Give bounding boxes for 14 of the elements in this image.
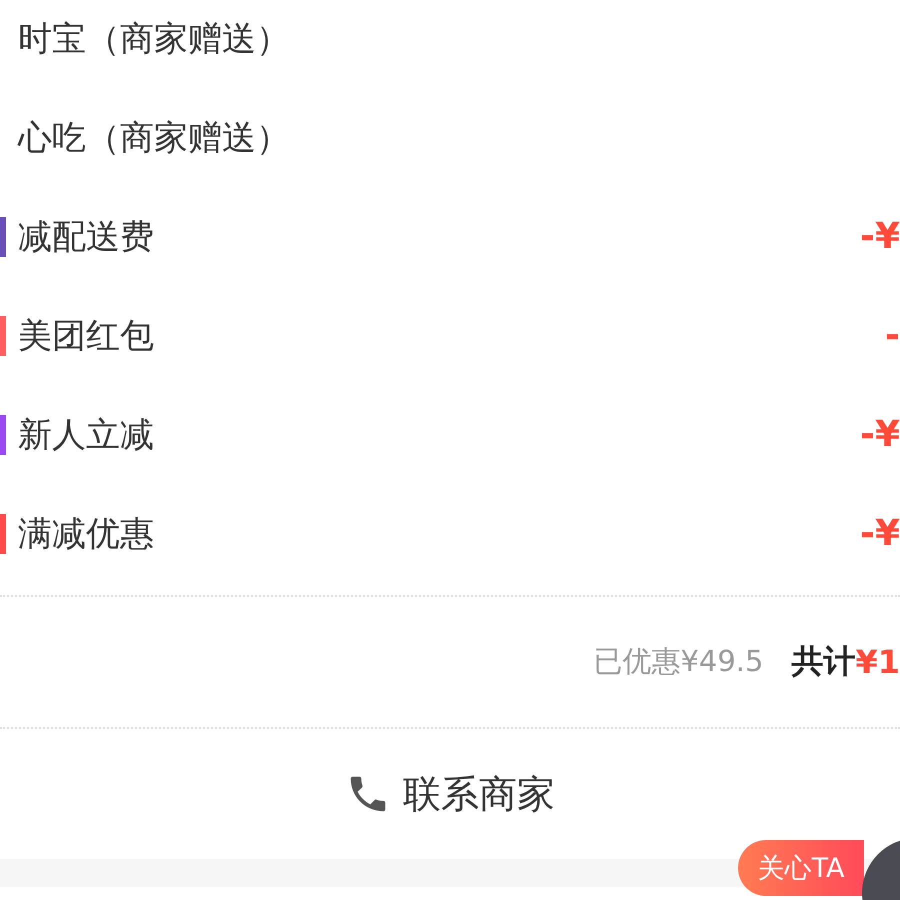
- discount-amount: -¥: [860, 414, 900, 455]
- discount-amount: -¥: [860, 216, 900, 257]
- discount-amount: -: [885, 315, 900, 356]
- total-label: 共计: [791, 641, 856, 682]
- item-label: 新人立减: [18, 414, 154, 456]
- item-label: 时宝（商家赠送）: [18, 18, 290, 60]
- item-label: 美团红包: [18, 314, 154, 358]
- item-label: 减配送费: [18, 216, 154, 258]
- contact-merchant-button[interactable]: 联系商家: [345, 768, 555, 820]
- item-label: 满减优惠: [18, 512, 154, 556]
- total-amount: ¥1: [855, 643, 900, 681]
- item-label: 心吃（商家赠送）: [18, 116, 290, 160]
- discount-amount: -¥: [860, 513, 900, 554]
- saved-amount: 已优惠¥49.5: [593, 643, 764, 680]
